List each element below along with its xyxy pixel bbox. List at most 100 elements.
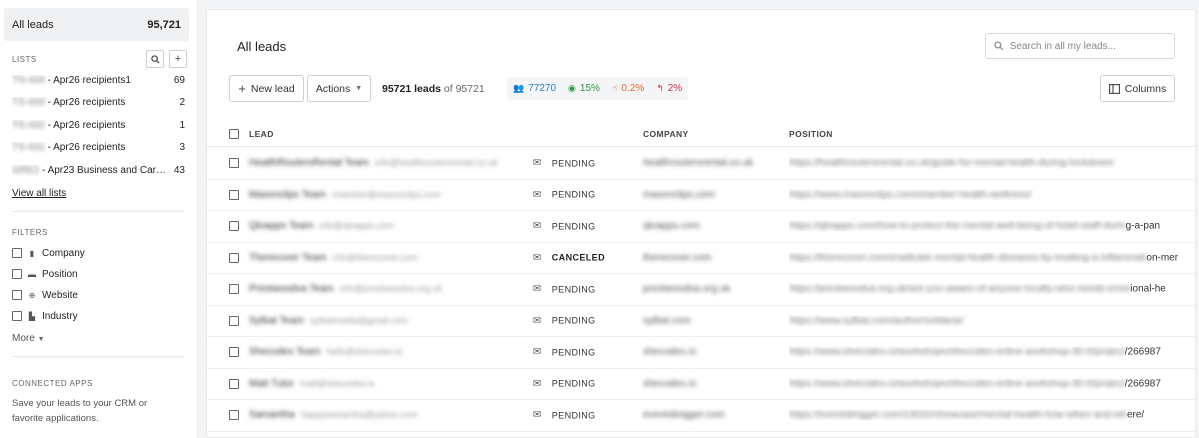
- table-row[interactable]: HealthRoutersRental Team info@healthroute…: [207, 148, 1195, 180]
- stat-item[interactable]: ◉ 15%: [568, 83, 600, 94]
- company-cell: healthroutersrental.co.uk: [643, 157, 754, 169]
- list-title: - Apr26 recipients: [44, 142, 126, 154]
- envelope-icon: ✉: [533, 378, 542, 390]
- search-input[interactable]: [1009, 40, 1166, 52]
- row-checkbox[interactable]: [229, 315, 239, 326]
- list-item[interactable]: TS-434 - Apr26 recipients1 69: [12, 69, 185, 92]
- list-title: - Apr23 Business and Caree...: [39, 164, 170, 176]
- list-count: 1: [179, 119, 185, 131]
- columns-label: Columns: [1124, 82, 1167, 95]
- row-checkbox[interactable]: [229, 158, 239, 169]
- new-lead-button[interactable]: + New lead: [229, 75, 304, 102]
- filters-title: FILTERS: [12, 227, 48, 237]
- all-leads-count: 95,721: [147, 18, 181, 31]
- lead-cell[interactable]: Qloapps Team info@qloapps.com: [249, 221, 524, 232]
- eye-icon: ◉: [568, 83, 576, 93]
- lead-cell[interactable]: Masonclips Team chamber@masonclips.com: [249, 189, 524, 200]
- table-row[interactable]: Samantha happysamantha@yahoo.com ✉ PENDING e…: [207, 400, 1195, 432]
- row-checkbox[interactable]: [229, 410, 239, 421]
- table-row[interactable]: Masonclips Team chamber@masonclips.com ✉ PE…: [207, 180, 1195, 211]
- all-leads-item[interactable]: All leads 95,721: [4, 8, 189, 41]
- lead-column-header[interactable]: LEAD: [249, 129, 274, 139]
- filter-checkbox[interactable]: [12, 290, 22, 300]
- table-row[interactable]: Prestwoodva Team info@prestwoodva.org.uk ✉…: [207, 274, 1195, 306]
- filter-checkbox[interactable]: [12, 311, 22, 321]
- add-list-button[interactable]: +: [169, 50, 187, 68]
- lead-cell[interactable]: Samantha happysamantha@yahoo.com: [249, 410, 524, 421]
- envelope-icon: ✉: [533, 220, 542, 232]
- leads-count-value: 95721 leads: [382, 83, 441, 95]
- filter-item[interactable]: ⊕ Website: [0, 285, 197, 306]
- company-cell: sylbat.com: [643, 315, 691, 327]
- row-checkbox[interactable]: [229, 347, 239, 358]
- reply-icon: ↰: [656, 83, 664, 93]
- search-lists-button[interactable]: [146, 50, 164, 68]
- position-url: https://www.masonclips.com/chamber-healt…: [789, 189, 1032, 201]
- lead-cell[interactable]: Therecover Team info@therecover.com: [249, 252, 524, 263]
- list-name: TS-433 - Apr26 recipients: [12, 97, 170, 108]
- lists-header: LISTS +: [0, 49, 197, 69]
- list-item[interactable]: GRE2 - Apr23 Business and Caree... 43: [12, 159, 185, 182]
- stat-value: 0.2%: [621, 83, 645, 94]
- company-cell: masonclips.com: [643, 189, 715, 201]
- table-row[interactable]: Therecover Team info@therecover.com ✉ CANCE…: [207, 243, 1195, 274]
- lead-cell[interactable]: Prestwoodva Team info@prestwoodva.org.uk: [249, 284, 524, 295]
- filter-item[interactable]: ▙ Industry: [0, 306, 197, 327]
- row-checkbox[interactable]: [229, 378, 239, 389]
- position-cell: https://therecover.com/eradicate-mental-…: [789, 252, 1195, 264]
- table-row[interactable]: Qloapps Team info@qloapps.com ✉ PENDING qloa…: [207, 211, 1195, 243]
- status-text: PENDING: [551, 347, 596, 358]
- filter-label: Industry: [42, 310, 78, 322]
- lead-name: Samantha: [249, 409, 295, 421]
- factory-icon: ▙: [28, 311, 36, 321]
- list-code: GRE2: [12, 164, 40, 176]
- table-row[interactable]: Shecodes Team hello@shecodes.io ✉ PENDING sh…: [207, 337, 1195, 369]
- search-box[interactable]: [985, 33, 1175, 59]
- row-checkbox[interactable]: [229, 252, 239, 263]
- stat-item[interactable]: ☝ 0.2%: [612, 83, 644, 94]
- select-all-checkbox[interactable]: [229, 128, 239, 139]
- position-tail: /266987: [1124, 346, 1161, 358]
- row-checkbox[interactable]: [229, 284, 239, 295]
- position-tail: on-mer: [1146, 252, 1179, 264]
- company-column-header[interactable]: COMPANY: [643, 129, 689, 139]
- position-tail: ional-he: [1130, 283, 1166, 295]
- columns-button[interactable]: Columns: [1100, 75, 1175, 102]
- envelope-icon: ✉: [533, 346, 542, 358]
- lead-cell[interactable]: Matt Tutor matt@shecodes.io: [249, 378, 524, 389]
- position-column-header[interactable]: POSITION: [789, 129, 833, 139]
- actions-label: Actions: [315, 82, 351, 95]
- filter-item[interactable]: ▮ Company: [0, 243, 197, 264]
- filter-checkbox[interactable]: [12, 269, 22, 279]
- list-item[interactable]: TS-431 - Apr26 recipients 3: [12, 137, 185, 160]
- list-name: TS-431 - Apr26 recipients: [12, 142, 170, 153]
- actions-dropdown[interactable]: Actions ▼: [307, 75, 371, 102]
- envelope-icon: ✉: [533, 315, 542, 327]
- table-row[interactable]: Matt Tutor matt@shecodes.io ✉ PENDING shecod…: [207, 369, 1195, 400]
- lead-cell[interactable]: Sylbat Team sylbatmedia@gmail.com: [249, 315, 524, 326]
- filter-checkbox[interactable]: [12, 248, 22, 258]
- position-url: https://qloapps.com/how-to-protect-the-m…: [789, 220, 1126, 232]
- company-cell: shecodes.io: [643, 378, 697, 390]
- position-cell: https://www.sylbat.com/author/sofdana/: [789, 315, 1195, 327]
- building-icon: ▮: [29, 248, 35, 258]
- view-all-lists-link[interactable]: View all lists: [0, 188, 197, 199]
- list-item[interactable]: TS-432 - Apr26 recipients 1: [12, 114, 185, 137]
- envelope-icon: ✉: [533, 189, 542, 201]
- lead-cell[interactable]: HealthRoutersRental Team info@healthroute…: [249, 158, 524, 169]
- list-item[interactable]: TS-433 - Apr26 recipients 2: [12, 92, 185, 115]
- row-checkbox[interactable]: [229, 221, 239, 232]
- stat-item[interactable]: ↰ 2%: [656, 83, 682, 94]
- campaign-stats: 👥 77270 ◉ 15% ☝ 0.2% ↰ 2%: [507, 77, 689, 100]
- table-row[interactable]: Sylbat Team sylbatmedia@gmail.com ✉ PENDING…: [207, 306, 1195, 337]
- status-text: PENDING: [551, 158, 596, 169]
- status-text: PENDING: [551, 410, 596, 421]
- filter-item[interactable]: ▬ Position: [0, 264, 197, 285]
- stat-item[interactable]: 👥 77270: [513, 83, 556, 94]
- lead-name: Masonclips Team: [249, 189, 327, 201]
- position-url: https://www.sylbat.com/author/sofdana/: [789, 315, 963, 327]
- status-badge: ✉ PENDING: [533, 158, 596, 169]
- lead-cell[interactable]: Shecodes Team hello@shecodes.io: [249, 347, 524, 358]
- row-checkbox[interactable]: [229, 189, 239, 200]
- more-filters-button[interactable]: More ▼: [0, 333, 197, 344]
